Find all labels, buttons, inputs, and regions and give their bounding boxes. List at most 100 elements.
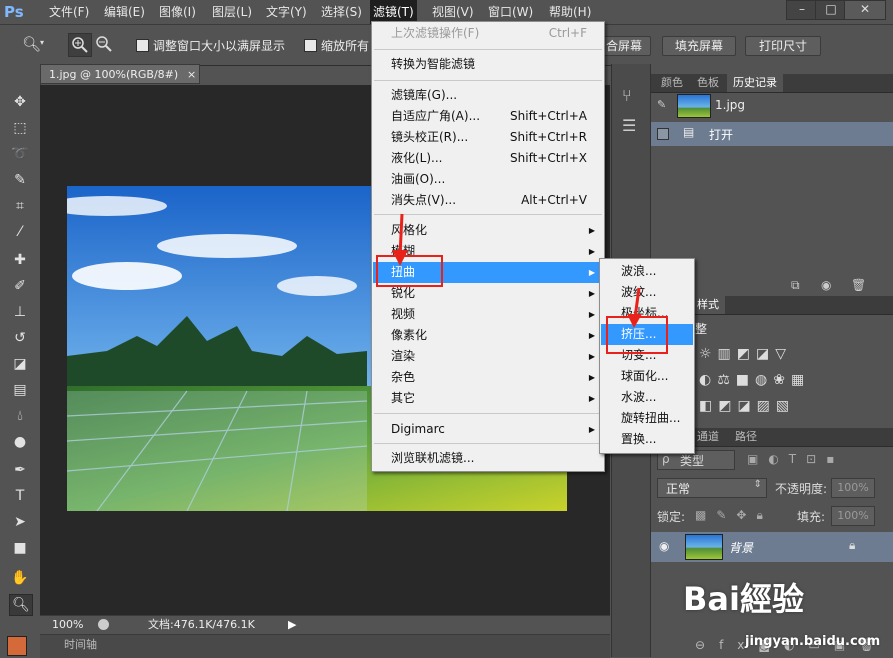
tab-paths[interactable]: 路径: [729, 428, 763, 446]
menu-edit[interactable]: 编辑(E): [101, 0, 148, 24]
submenu-item-spherize[interactable]: 球面化...: [601, 366, 693, 387]
menu-layer[interactable]: 图层(L): [209, 0, 255, 24]
layer-name[interactable]: 背景: [729, 539, 753, 556]
tab-swatches[interactable]: 色板: [691, 74, 725, 92]
fill-field[interactable]: 100%: [831, 506, 875, 526]
menu-item-adaptive-wide[interactable]: 自适应广角(A)... Shift+Ctrl+A: [373, 106, 603, 127]
zoom-in-button[interactable]: [68, 33, 92, 57]
tab-history[interactable]: 历史记录: [727, 74, 783, 92]
submenu-arrow-icon: ▶: [588, 373, 595, 382]
menu-item-oil-paint[interactable]: 油画(O)...: [373, 169, 603, 190]
eyedropper-tool-icon[interactable]: ⁄: [9, 222, 31, 242]
path-select-icon[interactable]: ➤: [9, 512, 31, 532]
history-state-row[interactable]: ▤ 打开: [651, 122, 893, 146]
dodge-tool-icon[interactable]: ●: [9, 432, 31, 452]
menu-type[interactable]: 文字(Y): [263, 0, 310, 24]
document-tab[interactable]: 1.jpg @ 100%(RGB/8#) ×: [40, 64, 200, 84]
menu-item-filter-gallery[interactable]: 滤镜库(G)...: [373, 85, 603, 106]
maximize-button[interactable]: □: [815, 0, 847, 20]
marquee-tool-icon[interactable]: ⬚: [9, 118, 31, 138]
timeline-label[interactable]: 时间轴: [64, 635, 97, 655]
trash-icon[interactable]: 🗑︎: [851, 278, 866, 292]
opacity-field[interactable]: 100%: [831, 478, 875, 498]
menu-item-lens-correction[interactable]: 镜头校正(R)... Shift+Ctrl+R: [373, 127, 603, 148]
new-document-from-state-icon[interactable]: ⧉: [791, 278, 800, 293]
crop-tool-icon[interactable]: ⌗: [9, 196, 31, 216]
blend-mode-select[interactable]: 正常 ⇕: [657, 478, 767, 498]
menu-image[interactable]: 图像(I): [156, 0, 199, 24]
lasso-tool-icon[interactable]: ➰: [9, 144, 31, 164]
lock-icons[interactable]: ▩✎✥🔒︎: [695, 508, 773, 523]
resize-window-checkbox[interactable]: [136, 39, 149, 52]
layer-row-background[interactable]: ◉ 背景 🔒︎: [651, 532, 893, 562]
menu-item-render[interactable]: 渲染 ▶: [373, 346, 603, 367]
quick-select-tool-icon[interactable]: ✎: [9, 170, 31, 190]
move-tool-icon[interactable]: ✥: [9, 92, 31, 112]
submenu-item-displace[interactable]: 置换...: [601, 429, 693, 450]
blur-tool-icon[interactable]: 💧︎: [9, 406, 31, 426]
menu-select[interactable]: 选择(S): [318, 0, 365, 24]
status-info-icon[interactable]: [98, 619, 109, 630]
menu-item-other[interactable]: 其它 ▶: [373, 388, 603, 409]
tab-styles[interactable]: 样式: [691, 296, 725, 314]
foreground-color-swatch[interactable]: [7, 636, 27, 656]
menu-item-digimarc[interactable]: Digimarc ▶: [373, 419, 603, 440]
menu-file[interactable]: 文件(F): [46, 0, 92, 24]
tab-color[interactable]: 颜色: [655, 74, 689, 92]
camera-icon[interactable]: ◉: [821, 278, 831, 292]
menu-item-label: 滤镜库(G)...: [391, 88, 458, 102]
submenu-arrow-icon: ▶: [588, 247, 595, 256]
brush-tool-icon[interactable]: ✐: [9, 276, 31, 296]
menu-item-video[interactable]: 视频 ▶: [373, 304, 603, 325]
menu-item-label: 浏览联机滤镜...: [391, 451, 475, 465]
close-button[interactable]: ✕: [844, 0, 886, 20]
hand-tool-icon[interactable]: ✋: [9, 568, 31, 588]
menu-item-noise[interactable]: 杂色 ▶: [373, 367, 603, 388]
chevron-down-icon[interactable]: ▾: [40, 38, 44, 47]
tab-channels[interactable]: 通道: [691, 428, 725, 446]
zoom-tool-icon[interactable]: 🔍︎: [22, 35, 41, 53]
properties-panel-icon[interactable]: ☰: [622, 116, 636, 135]
history-brush-checkbox[interactable]: [657, 128, 669, 140]
status-arrow-icon[interactable]: ▶: [288, 616, 296, 634]
opacity-label: 不透明度:: [775, 482, 828, 496]
submenu-item-twirl[interactable]: 旋转扭曲...: [601, 408, 693, 429]
submenu-item-zigzag[interactable]: 水波...: [601, 387, 693, 408]
zoom-level[interactable]: 100%: [52, 616, 83, 634]
history-brush-icon[interactable]: ↺: [9, 328, 31, 348]
layer-filter-icons[interactable]: ▣◐T⊡▪: [747, 452, 844, 466]
close-icon[interactable]: ×: [187, 65, 196, 85]
healing-brush-icon[interactable]: ✚: [9, 250, 31, 270]
fill-screen-button[interactable]: 填充屏幕: [662, 36, 736, 56]
menu-item-pixelate[interactable]: 像素化 ▶: [373, 325, 603, 346]
type-tool-icon[interactable]: T: [9, 486, 31, 506]
eraser-tool-icon[interactable]: ◪: [9, 354, 31, 374]
menu-item-vanishing-point[interactable]: 消失点(V)... Alt+Ctrl+V: [373, 190, 603, 211]
rectangle-tool-icon[interactable]: ■: [9, 538, 31, 558]
adjustment-icons-row3[interactable]: ◧◩◪▨▧: [699, 398, 889, 414]
menu-item-smart-filter[interactable]: 转换为智能滤镜: [373, 54, 603, 75]
history-snapshot-thumbnail[interactable]: [677, 94, 711, 118]
minimize-button[interactable]: –: [786, 0, 818, 20]
chevron-down-icon: ⇕: [753, 479, 762, 490]
eye-icon[interactable]: ◉: [659, 539, 669, 553]
adjustment-icons-row1[interactable]: ☼▥◩◪▽: [699, 346, 889, 362]
submenu-item-label: 置换...: [621, 432, 657, 446]
menu-item-liquify[interactable]: 液化(L)... Shift+Ctrl+X: [373, 148, 603, 169]
zoom-tool-icon[interactable]: 🔍︎: [9, 594, 33, 616]
brush-source-icon[interactable]: ✎: [657, 98, 667, 112]
history-panel-icon[interactable]: ⑂: [622, 86, 632, 105]
menu-item-browse-online[interactable]: 浏览联机滤镜...: [373, 448, 603, 469]
zoom-out-button[interactable]: [93, 33, 115, 55]
menu-separator: [374, 413, 602, 414]
menu-item-shortcut: Shift+Ctrl+X: [510, 151, 587, 165]
stamp-tool-icon[interactable]: ⊥: [9, 302, 31, 322]
adjustment-icons-row2[interactable]: ◐⚖■◍❀▦: [699, 372, 889, 388]
gradient-tool-icon[interactable]: ▤: [9, 380, 31, 400]
zoom-all-checkbox[interactable]: [304, 39, 317, 52]
print-size-button[interactable]: 打印尺寸: [745, 36, 821, 56]
pen-tool-icon[interactable]: ✒: [9, 460, 31, 480]
history-snapshot-name[interactable]: 1.jpg: [715, 98, 745, 112]
fit-screen-button[interactable]: 合屏幕: [597, 36, 651, 56]
submenu-item-wave[interactable]: 波浪...: [601, 261, 693, 282]
